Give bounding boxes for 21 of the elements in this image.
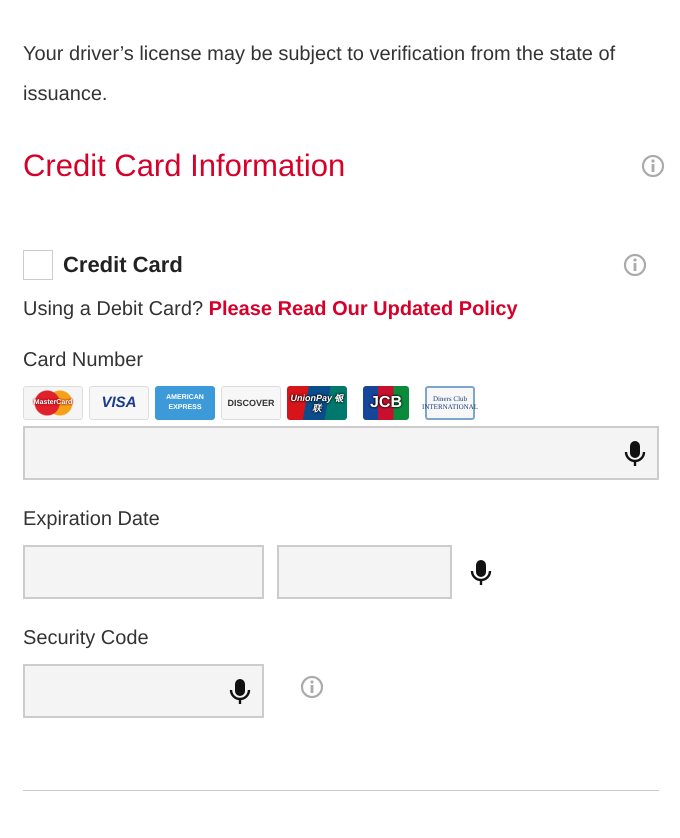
microphone-icon[interactable]: [228, 678, 252, 704]
info-icon[interactable]: [641, 154, 665, 178]
section-title: Credit Card Information: [23, 148, 346, 184]
year-field[interactable]: [277, 545, 452, 599]
checkbox[interactable]: [23, 250, 53, 280]
card-brand-logo: DISCOVER: [221, 386, 281, 420]
debit-question: Using a Debit Card?: [23, 298, 204, 320]
card-brand-logo: VISA: [89, 386, 149, 420]
card-number-field[interactable]: [23, 426, 659, 480]
security-code-field[interactable]: [23, 664, 264, 718]
field-label: Security Code: [23, 627, 150, 650]
info-icon[interactable]: [623, 253, 647, 277]
microphone-icon[interactable]: [469, 558, 493, 586]
month-field[interactable]: [23, 545, 264, 599]
field-label: Expiration Date: [23, 508, 161, 531]
notice-text: Your driver’s license may be subject to verification from the state of issuance.: [23, 42, 616, 107]
field-label: Card Number: [23, 349, 144, 372]
policy-link[interactable]: Please Read Our Updated Policy: [208, 298, 518, 320]
checkbox-label[interactable]: Credit Card: [63, 252, 183, 278]
microphone-icon[interactable]: [623, 440, 647, 466]
info-icon[interactable]: [300, 675, 324, 699]
